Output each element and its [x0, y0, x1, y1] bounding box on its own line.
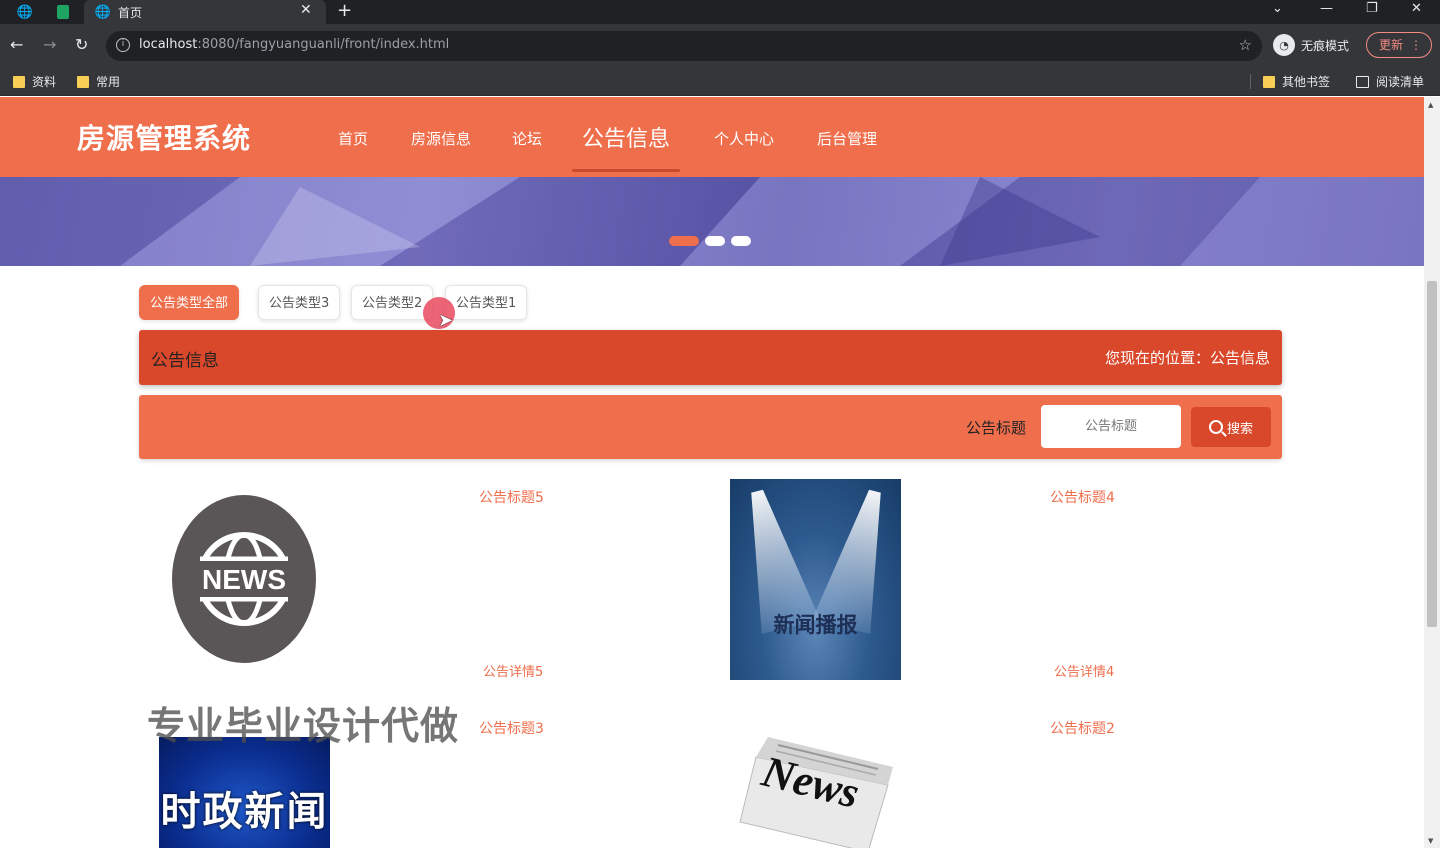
bookmark-label: 常用	[96, 75, 121, 89]
restore-icon[interactable]: ❐	[1366, 1, 1378, 16]
nav-listings[interactable]: 房源信息	[411, 128, 471, 149]
watermark-text: 专业毕业设计代做	[147, 704, 460, 748]
site-title: 房源管理系统	[77, 122, 252, 155]
tab-close-icon[interactable]: ✕	[300, 2, 312, 18]
bookmark-label: 资料	[32, 75, 57, 89]
browser-toolbar: ← → ↻ i localhost:8080/fangyuanguanli/fr…	[0, 24, 1440, 66]
section-header: 公告信息 您现在的位置：公告信息	[139, 330, 1282, 385]
filter-type-1[interactable]: 公告类型1	[445, 285, 528, 320]
search-button[interactable]: 搜索	[1191, 407, 1271, 447]
news-detail: 公告详情4	[1054, 665, 1115, 680]
tab-title: 首页	[118, 6, 143, 20]
search-panel: 公告标题 搜索	[139, 395, 1282, 459]
reading-list-icon	[1356, 75, 1369, 88]
mouse-cursor-icon: ➤	[438, 310, 454, 331]
search-icon	[1208, 420, 1223, 434]
carousel-dots	[669, 236, 751, 246]
folder-icon	[1263, 75, 1275, 88]
news-image-2-text: 新闻播报	[773, 613, 858, 637]
url-host: localhost	[139, 37, 198, 52]
other-bookmarks-label: 其他书签	[1282, 75, 1331, 89]
url-path: :8080/fangyuanguanli/front/index.html	[197, 37, 450, 52]
news-image-1[interactable]: NEWS	[172, 495, 317, 663]
news-title[interactable]: 公告标题5	[479, 487, 544, 507]
news-title[interactable]: 公告标题4	[1050, 487, 1115, 507]
menu-dots-icon[interactable]: ⋮	[1410, 33, 1422, 57]
nav-admin[interactable]: 后台管理	[817, 128, 877, 149]
back-icon[interactable]: ←	[10, 35, 23, 54]
sheets-icon[interactable]	[54, 3, 72, 21]
scroll-down-icon[interactable]: ▼	[1428, 837, 1433, 845]
url-text[interactable]: localhost:8080/fangyuanguanli/front/inde…	[139, 37, 449, 52]
forward-icon[interactable]: →	[43, 35, 56, 54]
bookmark-folder-changyong[interactable]: 常用	[77, 73, 120, 90]
search-button-label: 搜索	[1226, 421, 1253, 437]
reading-list[interactable]: 阅读清单	[1356, 73, 1424, 90]
breadcrumb: 您现在的位置：公告信息	[1104, 349, 1270, 367]
filter-type-3[interactable]: 公告类型3	[258, 285, 341, 320]
news-image-1-text: NEWS	[202, 564, 286, 595]
filter-all[interactable]: 公告类型全部	[139, 285, 240, 320]
bookmarks-separator	[1250, 74, 1251, 89]
page-viewport: 房源管理系统 首页 房源信息 论坛 公告信息 个人中心 后台管理 公告类型全部 …	[0, 97, 1424, 848]
folder-icon	[77, 75, 89, 88]
incognito-icon: ◔	[1273, 34, 1295, 56]
folder-icon	[13, 75, 25, 88]
banner-pattern	[0, 177, 1424, 266]
tab-globe-icon: 🌐	[94, 4, 112, 20]
tab-search-icon[interactable]: ⌄	[1272, 1, 1283, 16]
search-input[interactable]	[1041, 405, 1181, 448]
news-title[interactable]: 公告标题2	[1050, 718, 1115, 738]
site-header: 房源管理系统 首页 房源信息 论坛 公告信息 个人中心 后台管理	[0, 97, 1424, 177]
page-scrollbar[interactable]: ▲ ▼	[1424, 97, 1440, 848]
carousel-dot[interactable]	[731, 236, 751, 246]
update-label: 更新	[1379, 38, 1404, 52]
search-label: 公告标题	[966, 419, 1027, 437]
news-image-3[interactable]: 时政新闻	[159, 737, 330, 848]
address-bar[interactable]: i localhost:8080/fangyuanguanli/front/in…	[106, 31, 1262, 61]
scrollbar-thumb[interactable]	[1427, 281, 1437, 627]
nav-home[interactable]: 首页	[338, 128, 368, 149]
scroll-up-icon[interactable]: ▲	[1428, 101, 1433, 109]
news-detail: 公告详情5	[483, 665, 544, 680]
news-image-2[interactable]: 新闻播报	[730, 479, 901, 680]
nav-profile[interactable]: 个人中心	[714, 128, 774, 149]
other-bookmarks[interactable]: 其他书签	[1263, 73, 1330, 90]
news-image-4[interactable]: News	[738, 727, 898, 848]
banner-carousel[interactable]	[0, 177, 1424, 266]
filter-type-2[interactable]: 公告类型2	[351, 285, 434, 320]
bookmark-star-icon[interactable]: ☆	[1239, 36, 1252, 54]
new-tab-icon[interactable]: +	[337, 0, 352, 21]
site-info-icon[interactable]: i	[116, 38, 130, 52]
carousel-dot[interactable]	[669, 236, 699, 246]
nav-forum[interactable]: 论坛	[512, 128, 542, 149]
minimize-icon[interactable]: —	[1320, 1, 1333, 16]
news-image-3-text: 时政新闻	[160, 789, 329, 835]
section-title: 公告信息	[151, 351, 219, 371]
reload-icon[interactable]: ↻	[75, 35, 88, 54]
active-nav-underline	[572, 169, 680, 172]
news-title[interactable]: 公告标题3	[479, 718, 544, 738]
reading-list-label: 阅读清单	[1376, 75, 1425, 89]
close-window-icon[interactable]: ✕	[1411, 1, 1422, 16]
update-button[interactable]: 更新 ⋮	[1366, 32, 1432, 58]
carousel-dot[interactable]	[705, 236, 725, 246]
nav-announcements[interactable]: 公告信息	[582, 121, 670, 153]
bookmarks-bar: 资料 常用 其他书签 阅读清单	[0, 66, 1440, 96]
globe-icon[interactable]: 🌐	[16, 3, 34, 21]
incognito-indicator[interactable]: ◔ 无痕模式	[1273, 33, 1349, 57]
bookmark-folder-ziliao[interactable]: 资料	[13, 73, 56, 90]
browser-tab-strip: 🌐 🌐 首页 ✕ + ⌄ — ❐ ✕	[0, 0, 1440, 24]
incognito-label: 无痕模式	[1301, 38, 1350, 53]
